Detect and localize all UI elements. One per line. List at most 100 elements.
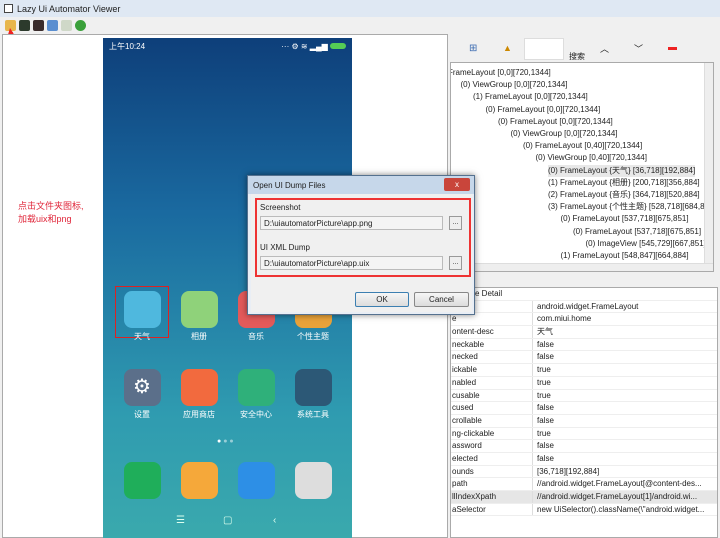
property-value: android.widget.FrameLayout — [537, 301, 639, 311]
detail-row[interactable]: elected false — [451, 452, 717, 466]
tree-node[interactable]: (0) FrameLayout [0,40][720,1344] — [523, 140, 642, 152]
app-settings[interactable]: ⚙ 设置 — [122, 369, 162, 420]
property-value: false — [537, 352, 554, 362]
app-tools[interactable]: 系统工具 — [293, 369, 333, 420]
search-input[interactable] — [524, 38, 564, 60]
detail-row[interactable]: ng-clickable true — [451, 427, 717, 441]
hierarchy-tree[interactable]: (4) FrameLayout {设置} [36,938][192,1104](… — [450, 62, 714, 272]
status-time: 上午10:24 — [109, 41, 146, 51]
detail-header: e Detail — [451, 288, 717, 301]
tree-node[interactable]: FrameLayout [0,0][720,1344] — [451, 67, 551, 79]
previous-icon[interactable]: ︿ — [600, 42, 609, 55]
detail-row[interactable]: assword false — [451, 440, 717, 453]
detail-row[interactable]: path //android.widget.FrameLayout[@conten… — [451, 478, 717, 491]
property-value: false — [537, 453, 554, 463]
annotation-note: 点击文件夹图标, 加载uix和png — [18, 200, 84, 226]
app-gallery[interactable]: 相册 — [179, 291, 219, 342]
detail-row[interactable]: cused false — [451, 402, 717, 415]
app-weather[interactable]: 天气 — [122, 291, 162, 342]
page-indicator: ● ● ● — [217, 438, 234, 445]
property-name: path — [451, 478, 533, 490]
property-name: llIndexXpath — [451, 491, 533, 503]
property-value: true — [537, 428, 551, 438]
tree-node[interactable]: (0) FrameLayout [537,718][675,851] — [561, 213, 689, 225]
detail-row[interactable]: neckable false — [451, 338, 717, 352]
status-bar: 上午10:24 ··· ⚙ ≋ ▂▄▆ — [103, 38, 352, 54]
tree-vertical-scrollbar[interactable] — [704, 63, 713, 263]
next-icon[interactable]: ﹀ — [634, 42, 643, 55]
status-icons: ··· ⚙ ≋ ▂▄▆ — [281, 42, 346, 51]
detail-row[interactable]: aSelector new UiSelector().className(\"an… — [451, 503, 717, 517]
dialog-title: Open UI Dump Files — [248, 176, 474, 194]
expand-all-icon[interactable]: ⊞ — [469, 43, 477, 54]
search-label[interactable]: 搜索 — [569, 51, 585, 62]
property-name: ng-clickable — [451, 427, 533, 440]
dock-phone-icon[interactable] — [124, 462, 161, 499]
screenshot-browse-button[interactable]: ... — [449, 216, 462, 230]
detail-row[interactable]: llIndexXpath //android.widget.FrameLayout… — [451, 491, 717, 504]
tree-node[interactable]: (0) ViewGroup [0,40][720,1344] — [536, 152, 647, 164]
xml-path-input[interactable]: D:\uiautomatorPicture\app.uix — [260, 256, 443, 270]
ok-button[interactable]: OK — [355, 292, 409, 307]
clear-icon[interactable] — [668, 46, 677, 50]
property-name: aSelector — [451, 503, 533, 516]
property-name: ontent-desc — [451, 326, 533, 338]
xml-label: UI XML Dump — [260, 243, 310, 252]
tree-node[interactable]: (0) FrameLayout [537,718][675,851] — [573, 226, 701, 238]
back-icon[interactable]: ‹ — [273, 515, 276, 526]
detail-row[interactable]: cusable true — [451, 389, 717, 403]
tree-node[interactable]: (3) FrameLayout {个性主题} [528,718][684,884… — [548, 201, 713, 213]
home-icon[interactable]: ▢ — [223, 515, 232, 526]
tree-node[interactable]: (1) FrameLayout {相册} [200,718][356,884] — [548, 177, 700, 189]
warning-icon[interactable]: ▲ — [503, 43, 512, 53]
dock-messages-icon[interactable] — [181, 462, 218, 499]
property-name: neckable — [451, 338, 533, 351]
screenshot-path-input[interactable]: D:\uiautomatorPicture\app.png — [260, 216, 443, 230]
detail-row[interactable]: ickable true — [451, 364, 717, 377]
tree-node[interactable]: (0) ViewGroup [0,0][720,1344] — [511, 128, 618, 140]
detail-row[interactable]: ontent-desc 天气 — [451, 326, 717, 339]
tree-node[interactable]: (1) FrameLayout [0,0][720,1344] — [473, 91, 588, 103]
property-name: nabled — [451, 376, 533, 389]
tree-node[interactable]: (0) ViewGroup [0,0][720,1344] — [461, 79, 568, 91]
tree-node[interactable]: (0) FrameLayout {天气} [36,718][192,884] — [548, 164, 696, 177]
detail-row[interactable]: nabled true — [451, 376, 717, 390]
property-value: false — [537, 441, 554, 451]
detail-row[interactable]: crollable false — [451, 414, 717, 428]
tree-node[interactable]: (2) FrameLayout {音乐} [364,718][520,884] — [548, 189, 700, 201]
tree-node[interactable]: (0) FrameLayout [0,0][720,1344] — [498, 116, 613, 128]
property-value: //android.widget.FrameLayout[@content-de… — [537, 479, 702, 489]
property-value: true — [537, 377, 551, 387]
close-button[interactable]: x — [444, 178, 470, 191]
property-name: necked — [451, 351, 533, 364]
property-name: cused — [451, 402, 533, 414]
dock-camera-icon[interactable] — [295, 462, 332, 499]
property-value: false — [537, 415, 554, 425]
property-name: ounds — [451, 465, 533, 478]
detail-row[interactable]: e com.miui.home — [451, 313, 717, 327]
app-store[interactable]: 应用商店 — [179, 369, 219, 420]
dock-browser-icon[interactable] — [238, 462, 275, 499]
cancel-button[interactable]: Cancel — [414, 292, 469, 307]
open-dump-dialog: Open UI Dump Files x Screenshot D:\uiaut… — [247, 175, 475, 315]
tree-node[interactable]: (0) FrameLayout [0,0][720,1344] — [486, 104, 601, 116]
xml-browse-button[interactable]: ... — [449, 256, 462, 270]
property-name: ickable — [451, 364, 533, 376]
note-line: 加载uix和png — [18, 214, 72, 224]
property-value: true — [537, 390, 551, 400]
node-detail-table: e Detail android.widget.FrameLayout e com.… — [450, 287, 718, 538]
detail-row[interactable]: android.widget.FrameLayout — [451, 300, 717, 314]
tree-horizontal-scrollbar[interactable] — [451, 263, 713, 271]
tree-node[interactable]: (0) ImageView [545,729][667,851] — [586, 238, 706, 250]
property-value: 天气 — [537, 327, 553, 337]
property-value: false — [537, 339, 554, 349]
property-name: e — [451, 313, 533, 326]
detail-row[interactable]: necked false — [451, 351, 717, 365]
tree-toolbar: ⊞ ▲ 搜索 ︿ ﹀ — [450, 34, 720, 62]
note-line: 点击文件夹图标, — [18, 201, 84, 211]
menu-icon[interactable]: ☰ — [176, 515, 185, 526]
app-security[interactable]: 安全中心 — [236, 369, 276, 420]
property-value: [36,718][192,884] — [537, 466, 600, 476]
detail-row[interactable]: ounds [36,718][192,884] — [451, 465, 717, 479]
tree-node[interactable]: (1) FrameLayout [548,847][664,884] — [561, 250, 689, 262]
